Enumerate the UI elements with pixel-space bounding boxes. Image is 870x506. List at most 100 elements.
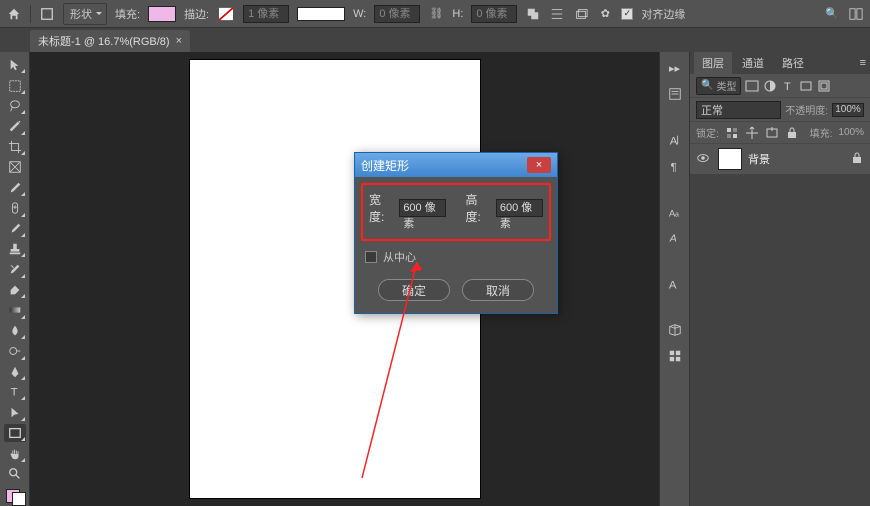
visibility-icon[interactable] [696,151,712,168]
dialog-height-input[interactable]: 600 像素 [496,199,543,217]
main-area: T 创建矩形 × 宽度: 600 像素 高度: 600 像素 [0,52,870,506]
magic-wand-tool[interactable] [4,117,26,135]
lock-position-icon[interactable] [745,126,759,140]
fill-label: 填充: [115,6,140,22]
search-icon[interactable]: 🔍 [824,6,840,22]
home-icon[interactable] [6,6,22,22]
layer-filter-select[interactable]: 🔍 类型 [696,77,741,95]
dialog-titlebar[interactable]: 创建矩形 × [355,153,557,177]
history-panel-icon[interactable] [665,84,685,104]
svg-text:A: A [669,135,677,147]
lock-artboard-icon[interactable] [765,126,779,140]
tool-mode-select[interactable]: 形状 [63,3,107,25]
blur-tool[interactable] [4,322,26,340]
layer-thumbnail[interactable] [718,148,742,170]
stroke-width-input[interactable]: 1 像素 [243,5,289,23]
dialog-width-input[interactable]: 600 像素 [399,199,446,217]
layer-lock-icon[interactable] [850,151,864,168]
eyedropper-tool[interactable] [4,179,26,197]
stroke-style-select[interactable] [297,7,345,21]
lock-label: 锁定: [696,125,719,140]
swatches-panel-icon[interactable] [665,346,685,366]
para-styles-icon[interactable]: A [665,228,685,248]
h-label: H: [452,8,463,20]
history-brush-tool[interactable] [4,260,26,278]
path-combine-icon[interactable] [525,6,541,22]
close-tab-icon[interactable]: × [176,35,182,47]
panel-menu-icon[interactable]: ≡ [860,57,866,69]
w-label: W: [353,8,366,20]
tab-layers[interactable]: 图层 [694,52,732,74]
stroke-color-swatch[interactable] [217,7,235,21]
path-arrange-icon[interactable] [573,6,589,22]
tools-panel: T [0,52,30,506]
tab-channels[interactable]: 通道 [734,52,772,74]
opacity-input[interactable]: 100% [832,103,864,117]
svg-text:A: A [668,233,676,245]
zoom-tool[interactable] [4,465,26,483]
canvas-area[interactable]: 创建矩形 × 宽度: 600 像素 高度: 600 像素 从中心 [30,52,660,506]
from-center-label: 从中心 [383,249,416,265]
blend-mode-select[interactable]: 正常 [696,101,781,119]
move-tool[interactable] [4,56,26,74]
stroke-label: 描边: [184,6,209,22]
from-center-checkbox[interactable] [365,251,377,263]
crop-tool[interactable] [4,138,26,156]
filter-type-icon[interactable]: T [781,79,795,93]
pen-tool[interactable] [4,363,26,381]
background-color[interactable] [12,492,26,506]
opacity-label: 不透明度: [785,102,828,117]
glyphs-panel-icon[interactable]: A [665,274,685,294]
filter-adjust-icon[interactable] [763,79,777,93]
filter-smart-icon[interactable] [817,79,831,93]
width-input[interactable]: 0 像素 [374,5,420,23]
dialog-title: 创建矩形 [361,157,409,174]
marquee-tool[interactable] [4,76,26,94]
layers-panel: 图层 通道 路径 ≡ 🔍 类型 T 正常 不透明度: 100% 锁定: 填充: … [690,52,870,506]
frame-tool[interactable] [4,158,26,176]
eraser-tool[interactable] [4,281,26,299]
char-styles-icon[interactable]: Aa [665,202,685,222]
document-tabs: 未标题-1 @ 16.7%(RGB/8) × [0,28,870,52]
lock-all-icon[interactable] [785,126,799,140]
healing-tool[interactable] [4,199,26,217]
align-edges-checkbox[interactable] [621,8,633,20]
dialog-close-button[interactable]: × [527,157,551,173]
stamp-tool[interactable] [4,240,26,258]
gradient-tool[interactable] [4,301,26,319]
fill-color-swatch[interactable] [148,6,176,22]
gear-icon[interactable]: ✿ [597,6,613,22]
collapsed-panels-strip: ▸▸ A ¶ Aa A A [660,52,690,506]
align-edges-label: 对齐边缘 [641,6,685,22]
layers-list: 背景 [690,144,870,506]
filter-image-icon[interactable] [745,79,759,93]
document-tab[interactable]: 未标题-1 @ 16.7%(RGB/8) × [30,30,190,52]
color-swatches[interactable] [4,489,26,506]
filter-shape-icon[interactable] [799,79,813,93]
shape-preset-icon[interactable] [39,6,55,22]
path-align-icon[interactable] [549,6,565,22]
lasso-tool[interactable] [4,97,26,115]
hand-tool[interactable] [4,444,26,462]
brush-tool[interactable] [4,220,26,238]
rectangle-tool[interactable] [4,424,26,442]
paragraph-panel-icon[interactable]: ¶ [665,156,685,176]
workspace-icon[interactable] [848,6,864,22]
options-bar: 形状 填充: 描边: 1 像素 W: 0 像素 ⛓ H: 0 像素 ✿ 对齐边缘… [0,0,870,28]
lock-pixels-icon[interactable] [725,126,739,140]
create-rectangle-dialog: 创建矩形 × 宽度: 600 像素 高度: 600 像素 从中心 [354,152,558,314]
dodge-tool[interactable] [4,342,26,360]
character-panel-icon[interactable]: A [665,130,685,150]
path-select-tool[interactable] [4,403,26,421]
layer-row[interactable]: 背景 [690,144,870,174]
libraries-icon[interactable] [665,320,685,340]
tab-paths[interactable]: 路径 [774,52,812,74]
expand-panel-icon[interactable]: ▸▸ [665,58,685,78]
type-tool[interactable]: T [4,383,26,401]
layer-name[interactable]: 背景 [748,151,770,167]
fill-input[interactable]: 100% [838,127,864,138]
ok-button[interactable]: 确定 [378,279,450,301]
height-input[interactable]: 0 像素 [471,5,517,23]
link-icon[interactable]: ⛓ [428,6,444,22]
cancel-button[interactable]: 取消 [462,279,534,301]
